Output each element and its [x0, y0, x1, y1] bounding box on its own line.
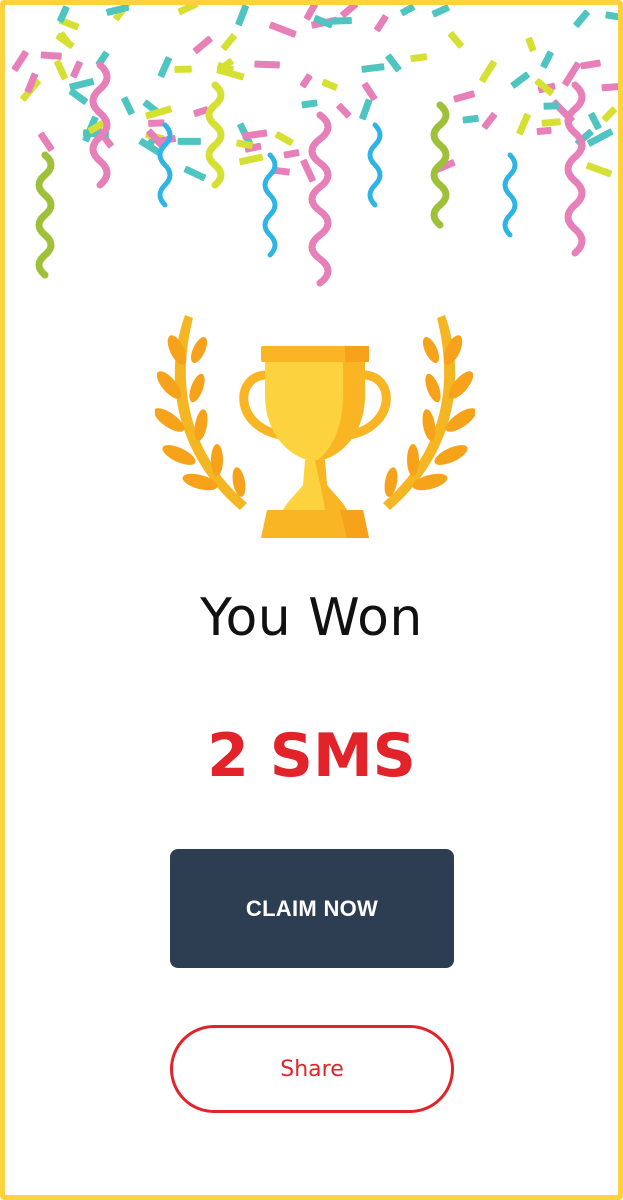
confetti-piece	[177, 137, 201, 145]
confetti-piece	[336, 102, 352, 119]
confetti-piece	[431, 5, 450, 18]
confetti-piece	[235, 5, 249, 27]
confetti-piece	[462, 114, 479, 124]
confetti-piece	[588, 112, 602, 131]
confetti-decoration	[11, 5, 618, 287]
confetti-piece	[238, 153, 264, 166]
confetti-piece	[174, 65, 192, 73]
win-card: You Won 2 SMS CLAIM NOW Share	[0, 0, 623, 1200]
confetti-piece	[148, 119, 165, 127]
confetti-piece	[11, 50, 29, 72]
confetti-piece	[541, 118, 561, 127]
confetti-piece	[580, 59, 601, 70]
laurel-left	[155, 315, 247, 510]
confetti-piece	[268, 21, 297, 38]
confetti-piece	[299, 73, 313, 89]
confetti-piece	[453, 90, 476, 103]
confetti-piece	[601, 106, 618, 123]
confetti-piece	[69, 78, 95, 91]
confetti-piece	[157, 56, 173, 78]
confetti-piece	[540, 50, 554, 69]
confetti-piece	[183, 165, 207, 182]
confetti-piece	[481, 112, 498, 130]
confetti-piece	[340, 5, 359, 18]
confetti-piece	[359, 98, 373, 121]
confetti-piece	[37, 131, 55, 152]
confetti-piece	[573, 9, 590, 28]
confetti-piece	[585, 162, 613, 178]
confetti-piece	[385, 53, 402, 73]
confetti-piece	[192, 35, 213, 54]
confetti-piece	[331, 16, 352, 25]
share-button[interactable]: Share	[170, 1025, 454, 1113]
confetti-piece	[361, 63, 385, 73]
confetti-piece	[479, 59, 497, 84]
confetti-piece	[373, 14, 389, 33]
prize-amount: 2 SMS	[207, 721, 416, 791]
confetti-piece	[254, 60, 280, 69]
confetti-piece	[68, 88, 89, 105]
confetti-piece	[177, 5, 199, 16]
confetti-piece	[605, 11, 618, 21]
confetti-piece	[510, 71, 530, 89]
confetti-piece	[400, 5, 416, 17]
confetti-piece	[283, 149, 300, 159]
result-title: You Won	[200, 588, 423, 648]
confetti-piece	[410, 53, 428, 63]
confetti-piece	[121, 96, 135, 116]
trophy-laurel-icon	[155, 315, 475, 538]
confetti-piece	[447, 31, 464, 49]
laurel-right	[383, 315, 475, 510]
confetti-piece	[516, 112, 531, 136]
confetti-piece	[361, 81, 378, 102]
confetti-piece	[274, 131, 294, 146]
confetti-piece	[536, 126, 552, 135]
confetti-piece	[543, 102, 559, 110]
confetti-piece	[525, 36, 537, 52]
confetti-piece	[601, 82, 618, 92]
confetti-piece	[220, 33, 237, 51]
confetti-piece	[70, 60, 83, 79]
claim-now-button[interactable]: CLAIM NOW	[170, 849, 454, 968]
confetti-piece	[40, 51, 62, 60]
confetti-piece	[301, 99, 318, 109]
confetti-piece	[562, 61, 582, 87]
confetti-piece	[321, 78, 339, 91]
confetti-piece	[53, 59, 69, 81]
